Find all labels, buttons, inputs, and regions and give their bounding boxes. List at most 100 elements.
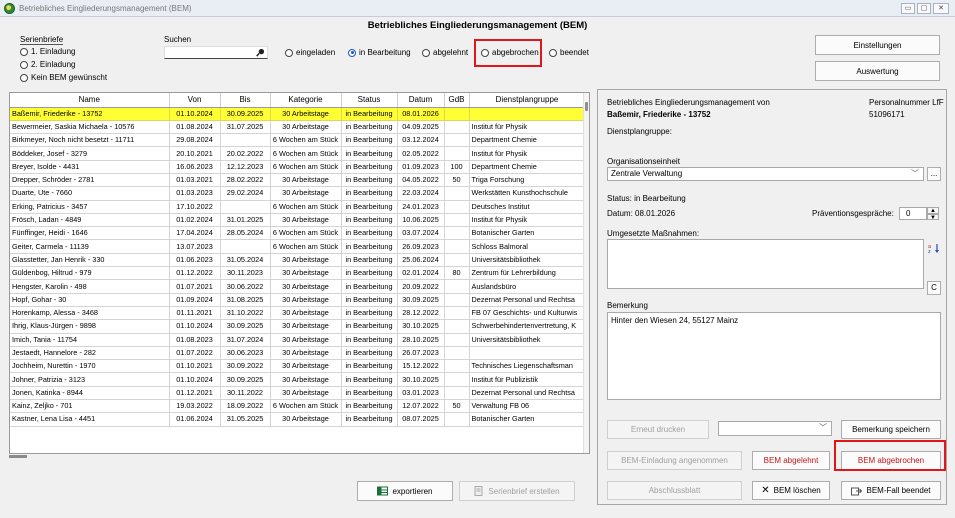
table-cell: in Bearbeitung [341, 133, 398, 148]
column-header[interactable]: Von [169, 93, 221, 108]
column-header[interactable]: Status [341, 93, 398, 108]
table-cell: Auslandsbüro [469, 279, 586, 294]
stepper-down-button[interactable]: ▼ [927, 214, 939, 221]
column-header[interactable]: Name [10, 93, 170, 108]
column-header[interactable]: Kategorie [270, 93, 342, 108]
radio-icon [20, 73, 28, 82]
measures-list[interactable] [607, 239, 924, 289]
filter-beendet[interactable]: beendet [549, 48, 589, 57]
filter-in-bearbeitung[interactable]: in Bearbeitung [348, 48, 411, 57]
table-row[interactable]: Jochheim, Nurettin - 1970 01.10.2021 30.09… [10, 359, 586, 374]
table-row[interactable]: Duarte, Ute - 7660 01.03.2023 29.02.2024 30… [10, 186, 586, 201]
table-cell: Kastner, Lena Lisa - 4451 [10, 412, 170, 427]
table-row[interactable]: Breyer, Isolde - 4431 16.06.2023 12.12.202… [10, 160, 586, 174]
table-row[interactable]: Jestaedt, Hannelore - 282 01.07.2022 30.06… [10, 346, 586, 361]
bem-rejected-button[interactable]: BEM abgelehnt [752, 451, 830, 470]
minimize-button[interactable]: ▭ [901, 3, 915, 14]
table-cell: Fünffinger, Heidi - 1646 [10, 226, 170, 241]
serienbrief-option-3[interactable]: Kein BEM gewünscht [20, 73, 107, 82]
invitation-accepted-button[interactable]: BEM-Einladung angenommen [607, 451, 742, 470]
table-row[interactable]: Baßemir, Friederike - 13752 01.10.2024 30.… [10, 107, 586, 121]
evaluation-button[interactable]: Auswertung [815, 61, 940, 81]
stepper-up-button[interactable]: ▲ [927, 207, 939, 214]
table-row[interactable]: Geiter, Carmela - 11139 13.07.2023 6 Woche… [10, 239, 586, 254]
praevention-stepper[interactable]: 0 [899, 207, 927, 220]
table-cell: 30.06.2023 [220, 346, 271, 361]
vertical-scrollbar[interactable] [583, 93, 589, 453]
close-button[interactable]: ✕ [933, 3, 949, 14]
search-icon[interactable] [256, 48, 265, 57]
table-row[interactable]: Kainz, Zeljko - 701 19.03.2022 18.09.2022 6… [10, 399, 586, 414]
table-row[interactable]: Bewermeier, Saskia Michaela - 10576 01.08… [10, 120, 586, 135]
table-row[interactable]: Frösch, Ladan - 4849 01.02.2024 31.01.2025… [10, 213, 586, 228]
table-cell: 24.01.2023 [397, 200, 445, 214]
search-label: Suchen [164, 35, 192, 44]
column-header[interactable]: Dienstplangruppe [469, 93, 586, 108]
serienbrief-option-2[interactable]: 2. Einladung [20, 60, 75, 69]
table-row[interactable]: Fünffinger, Heidi - 1646 17.04.2024 28.05.… [10, 226, 586, 241]
table-cell: 28.10.2025 [397, 333, 445, 347]
table-cell: 30 Arbeitstage [270, 412, 342, 427]
table-cell: Breyer, Isolde - 4431 [10, 160, 170, 174]
table-cell: Böddeker, Josef - 3279 [10, 146, 170, 161]
table-row[interactable]: Hengster, Karolin - 498 01.07.2021 30.06.2… [10, 279, 586, 294]
table-row[interactable]: Drepper, Schröder - 2781 01.03.2021 28.02.… [10, 173, 586, 188]
employee-name: Baßemir, Friederike - 13752 [607, 110, 711, 119]
column-header[interactable]: Datum [397, 93, 445, 108]
table-cell: 6 Wochen am Stück [270, 160, 342, 174]
app-logo-icon [4, 2, 15, 14]
table-cell: Jonen, Katinka - 8944 [10, 386, 170, 401]
table-cell: 6 Wochen am Stück [270, 399, 342, 414]
scrollbar-thumb[interactable] [585, 102, 588, 111]
save-remark-button[interactable]: Bemerkung speichern [841, 420, 941, 439]
table-cell [444, 279, 470, 294]
table-row[interactable]: Johner, Patrizia - 3123 01.10.2024 30.09.2… [10, 372, 586, 387]
table-row[interactable]: Hopf, Gohar - 30 01.09.2024 31.08.2025 30 A… [10, 293, 586, 307]
table-row[interactable]: Güldenbog, Hiltrud - 979 01.12.2022 30.11.… [10, 266, 586, 281]
final-sheet-button[interactable]: Abschlussblatt [607, 481, 742, 500]
table-cell: 31.10.2022 [220, 306, 271, 321]
filter-abgelehnt[interactable]: abgelehnt [422, 48, 468, 57]
table-row[interactable]: Jonen, Katinka - 8944 01.12.2021 30.11.202… [10, 386, 586, 401]
table-cell: in Bearbeitung [341, 186, 398, 201]
table-cell: 18.09.2022 [220, 399, 271, 414]
org-unit-more-button[interactable]: ... [927, 167, 941, 181]
table-cell: 50 [444, 173, 470, 188]
print-template-select[interactable]: ﹀ [718, 421, 832, 436]
table-row[interactable]: Ihrig, Klaus-Jürgen - 9898 01.10.2024 30.0… [10, 319, 586, 334]
table-row[interactable]: Böddeker, Josef - 3279 20.10.2021 20.02.20… [10, 146, 586, 161]
table-cell: Imich, Tania - 11754 [10, 333, 170, 347]
column-header[interactable]: Bis [220, 93, 271, 108]
delete-bem-button[interactable]: ✕ BEM löschen [752, 481, 830, 500]
column-header[interactable]: GdB [444, 93, 470, 108]
table-row[interactable]: Imich, Tania - 11754 01.08.2023 31.07.2024… [10, 333, 586, 347]
table-cell: in Bearbeitung [341, 346, 398, 361]
maximize-button[interactable]: ▢ [917, 3, 931, 14]
chevron-down-icon: ﹀ [911, 169, 919, 178]
table-cell: 29.02.2024 [220, 186, 271, 201]
serienbrief-option-1[interactable]: 1. Einladung [20, 47, 75, 56]
table-row[interactable]: Horenkamp, Alessa - 3468 01.11.2021 31.10.… [10, 306, 586, 321]
table-row[interactable]: Birkmeyer, Noch nicht besetzt - 11711 29.… [10, 133, 586, 148]
filter-eingeladen[interactable]: eingeladen [285, 48, 335, 57]
org-unit-select[interactable]: Zentrale Verwaltung ﹀ [607, 167, 924, 181]
horizontal-scrollbar[interactable] [9, 455, 27, 458]
settings-button[interactable]: Einstellungen [815, 35, 940, 55]
table-row[interactable]: Kastner, Lena Lisa - 4451 01.06.2024 31.05… [10, 412, 586, 427]
table-cell: 31.08.2025 [220, 293, 271, 307]
clear-measures-button[interactable]: C [927, 281, 941, 295]
table-row[interactable]: Erking, Patricius - 3457 17.10.2022 6 Woch… [10, 200, 586, 214]
export-button[interactable]: exportieren [357, 481, 453, 501]
serienbrief-button[interactable]: Serienbrief erstellen [459, 481, 575, 501]
sort-list-icon[interactable]: a z [928, 242, 940, 254]
table-cell: 01.12.2021 [169, 386, 221, 401]
reprint-button[interactable]: Erneut drucken [607, 420, 709, 439]
search-input[interactable] [164, 46, 268, 59]
finish-bem-button[interactable]: BEM-Fall beendet [841, 481, 941, 500]
table-cell [444, 333, 470, 347]
table-cell: 30.09.2025 [397, 293, 445, 307]
table-row[interactable]: Glasstetter, Jan Henrik - 330 01.06.2023 3… [10, 253, 586, 268]
remark-textarea[interactable]: Hinter den Wiesen 24, 55127 Mainz [607, 312, 941, 400]
table-cell: Duarte, Ute - 7660 [10, 186, 170, 201]
table-cell: 28.12.2022 [397, 306, 445, 321]
